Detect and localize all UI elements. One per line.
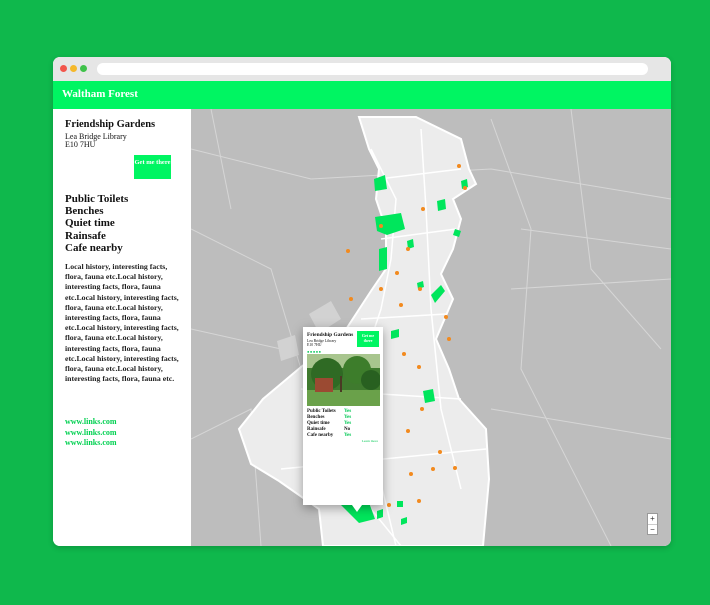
feature-public-toilets: Public Toilets [65, 193, 129, 205]
popup-place-name: Friendship Gardens [307, 332, 354, 338]
features-list: Public Toilets Benches Quiet time Rainsa… [65, 193, 128, 254]
reservoir [277, 335, 299, 361]
popup-attributes-table: Public Toilets Yes Benches Yes Quiet time Y… [307, 409, 351, 439]
popup-learn-more-link[interactable]: Learn more [362, 439, 378, 443]
feature-cafe-nearby: Cafe nearby [65, 241, 123, 254]
link-2[interactable]: www.links.com [65, 428, 117, 439]
place-address-line2: E10 7HU [65, 140, 96, 149]
popup-pointer [352, 505, 362, 512]
place-name: Friendship Gardens [65, 119, 156, 130]
link-1[interactable]: www.links.com [65, 417, 117, 428]
browser-window: Waltham Forest Friendship Gardens Lea Br… [53, 57, 671, 546]
close-window-dot[interactable] [60, 65, 67, 72]
link-3[interactable]: www.links.com [65, 438, 117, 449]
popup-get-me-there-button[interactable]: Get me there [357, 331, 379, 347]
feature-quiet-time: Quiet time [65, 217, 115, 230]
address-bar[interactable] [97, 63, 648, 75]
feature-rainsafe: Rainsafe [65, 229, 106, 242]
map-canvas [191, 109, 671, 546]
sidebar: Friendship Gardens Lea Bridge Library E1… [53, 109, 191, 546]
zoom-control: + − [647, 513, 658, 535]
popup-address-line2: E10 7HU [307, 343, 322, 347]
map-view[interactable]: Friendship Gardens Lea Bridge Library E1… [191, 109, 671, 546]
zoom-out-button[interactable]: − [648, 525, 657, 535]
get-me-there-button[interactable]: Get me there [134, 155, 171, 179]
feature-benches: Benches [65, 205, 104, 218]
minimize-window-dot[interactable] [70, 65, 77, 72]
app-header: Waltham Forest [53, 81, 671, 109]
attr-label: Cafe nearby [307, 433, 334, 438]
zoom-in-button[interactable]: + [648, 514, 657, 525]
place-popup[interactable]: Friendship Gardens Lea Bridge Library E1… [303, 327, 383, 505]
maximize-window-dot[interactable] [80, 65, 87, 72]
table-row: Cafe nearby Yes [307, 433, 351, 439]
place-description: Local history, interesting facts, flora,… [65, 262, 179, 384]
popup-photo [307, 354, 380, 406]
app-title[interactable]: Waltham Forest [62, 88, 138, 100]
browser-titlebar [53, 57, 671, 81]
links-list: www.links.com www.links.com www.links.co… [65, 417, 117, 449]
attr-value: Yes [344, 433, 352, 438]
